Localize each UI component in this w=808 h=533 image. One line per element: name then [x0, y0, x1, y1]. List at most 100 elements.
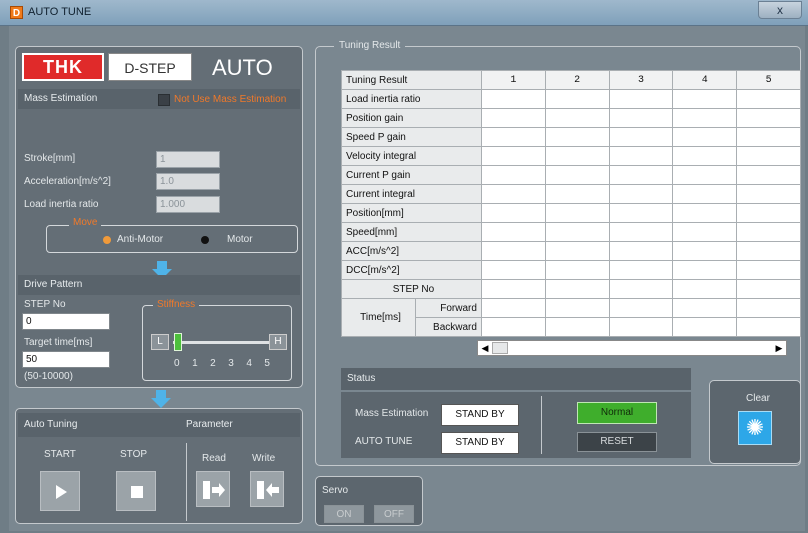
table-cell[interactable] [672, 146, 738, 166]
table-cell[interactable] [544, 146, 610, 166]
servo-on-button[interactable]: ON [324, 505, 364, 523]
table-cell[interactable] [608, 279, 674, 299]
table-cell[interactable] [480, 222, 546, 242]
table-cell[interactable] [608, 260, 674, 280]
stop-button[interactable] [116, 471, 156, 511]
auto-tuning-title: Auto Tuning [24, 419, 78, 430]
table-cell[interactable] [736, 298, 801, 318]
table-cell[interactable] [736, 165, 801, 185]
table-cell[interactable] [736, 146, 801, 166]
table-cell[interactable] [480, 203, 546, 223]
table-cell[interactable] [672, 127, 738, 147]
burst-icon[interactable]: ✺ [738, 411, 772, 445]
anti-motor-radio[interactable] [103, 236, 111, 244]
stiffness-tick: 5 [264, 358, 270, 369]
table-cell[interactable] [608, 298, 674, 318]
target-time-input[interactable]: 50 [22, 351, 110, 368]
table-cell[interactable] [608, 108, 674, 128]
table-cell[interactable] [736, 127, 801, 147]
table-cell[interactable] [480, 184, 546, 204]
write-button[interactable] [250, 471, 284, 507]
table-cell[interactable] [480, 108, 546, 128]
table-cell[interactable] [608, 165, 674, 185]
acceleration-input[interactable]: 1.0 [156, 173, 220, 190]
stiffness-low-button[interactable]: L [151, 334, 169, 350]
table-cell[interactable] [672, 203, 738, 223]
start-button[interactable] [40, 471, 80, 511]
table-cell[interactable] [544, 222, 610, 242]
table-cell[interactable] [544, 127, 610, 147]
motor-radio[interactable] [201, 236, 209, 244]
table-cell[interactable] [608, 184, 674, 204]
table-cell[interactable] [672, 184, 738, 204]
stiffness-track[interactable] [173, 341, 269, 344]
table-cell[interactable] [608, 146, 674, 166]
table-cell[interactable] [672, 222, 738, 242]
read-arrow-icon [203, 481, 225, 499]
table-cell[interactable] [672, 279, 738, 299]
table-cell[interactable] [736, 241, 801, 261]
table-cell[interactable] [544, 317, 610, 337]
table-cell[interactable] [736, 89, 801, 109]
table-cell[interactable] [608, 241, 674, 261]
table-cell[interactable] [736, 260, 801, 280]
servo-off-button[interactable]: OFF [374, 505, 414, 523]
table-cell[interactable] [672, 165, 738, 185]
table-cell[interactable] [672, 241, 738, 261]
table-cell[interactable] [736, 317, 801, 337]
table-cell[interactable] [544, 184, 610, 204]
table-cell[interactable] [480, 146, 546, 166]
table-cell[interactable] [736, 184, 801, 204]
step-no-input[interactable]: 0 [22, 313, 110, 330]
table-cell[interactable] [608, 89, 674, 109]
mass-estimation-checkbox[interactable] [158, 94, 170, 106]
stroke-input[interactable]: 1 [156, 151, 220, 168]
mass-estimation-toggle-label[interactable]: Not Use Mass Estimation [174, 94, 286, 105]
table-cell[interactable] [736, 222, 801, 242]
table-cell[interactable] [480, 89, 546, 109]
table-cell[interactable] [544, 203, 610, 223]
table-cell[interactable] [480, 165, 546, 185]
table-cell[interactable] [544, 108, 610, 128]
table-cell[interactable] [480, 260, 546, 280]
anti-motor-label[interactable]: Anti-Motor [117, 234, 163, 245]
table-cell[interactable] [672, 108, 738, 128]
column-header: 1 [480, 70, 546, 90]
table-cell[interactable] [544, 279, 610, 299]
table-row: Position gain [341, 108, 801, 128]
table-cell[interactable] [672, 298, 738, 318]
table-cell[interactable] [544, 89, 610, 109]
motor-label[interactable]: Motor [227, 234, 253, 245]
table-cell[interactable] [608, 317, 674, 337]
table-cell[interactable] [544, 298, 610, 318]
close-button[interactable]: x [758, 1, 802, 19]
table-cell[interactable] [672, 89, 738, 109]
table-cell[interactable] [608, 203, 674, 223]
table-cell[interactable] [480, 279, 546, 299]
table-cell[interactable] [544, 241, 610, 261]
read-button[interactable] [196, 471, 230, 507]
scroll-thumb[interactable] [492, 342, 508, 354]
table-cell[interactable] [544, 165, 610, 185]
scroll-right-icon[interactable]: ▶ [772, 341, 786, 355]
table-cell[interactable] [480, 127, 546, 147]
table-cell[interactable] [544, 260, 610, 280]
table-cell[interactable] [672, 260, 738, 280]
table-cell[interactable] [736, 108, 801, 128]
table-cell[interactable] [608, 127, 674, 147]
table-cell[interactable] [480, 241, 546, 261]
table-cell[interactable] [480, 298, 546, 318]
reset-button[interactable]: RESET [577, 432, 657, 452]
stiffness-thumb[interactable] [174, 333, 182, 351]
table-scrollbar[interactable]: ◀ ▶ [477, 340, 787, 356]
table-cell[interactable] [672, 317, 738, 337]
load-inertia-input[interactable]: 1.000 [156, 196, 220, 213]
scroll-left-icon[interactable]: ◀ [478, 341, 492, 355]
table-cell[interactable] [736, 203, 801, 223]
auto-tune-status-value: STAND BY [441, 432, 519, 454]
status-title: Status [347, 373, 376, 384]
stiffness-high-button[interactable]: H [269, 334, 287, 350]
table-cell[interactable] [736, 279, 801, 299]
table-cell[interactable] [608, 222, 674, 242]
table-cell[interactable] [480, 317, 546, 337]
